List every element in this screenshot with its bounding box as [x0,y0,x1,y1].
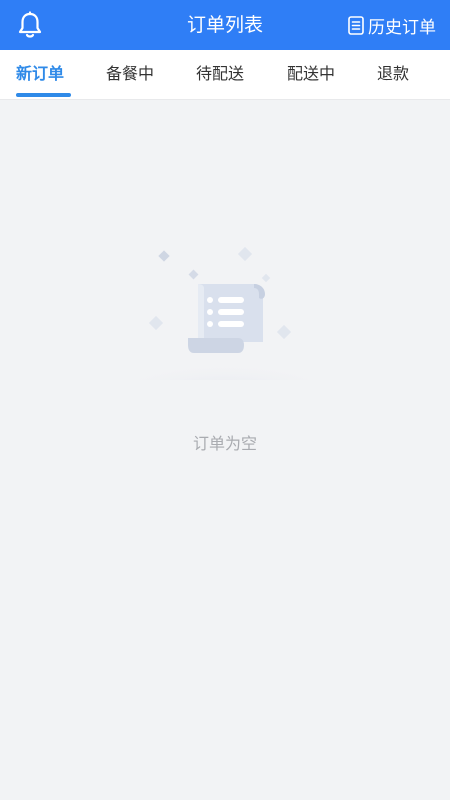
history-orders-button[interactable]: 历史订单 [348,0,436,50]
bell-icon [17,11,43,39]
notification-button[interactable] [14,9,46,41]
top-app-bar: 订单列表 历史订单 [0,0,450,50]
active-tab-indicator [16,93,71,97]
empty-state-message: 订单为空 [192,434,257,453]
history-orders-label: 历史订单 [368,17,436,38]
tab-delivering[interactable]: 配送中 [276,50,346,99]
tab-awaiting-delivery[interactable]: 待配送 [185,50,255,99]
tab-preparing[interactable]: 备餐中 [95,50,165,99]
document-list-icon [348,15,364,35]
empty-order-scroll-icon [118,240,332,396]
tab-new-orders[interactable]: 新订单 [5,50,75,99]
tab-refund[interactable]: 退款 [358,50,428,99]
